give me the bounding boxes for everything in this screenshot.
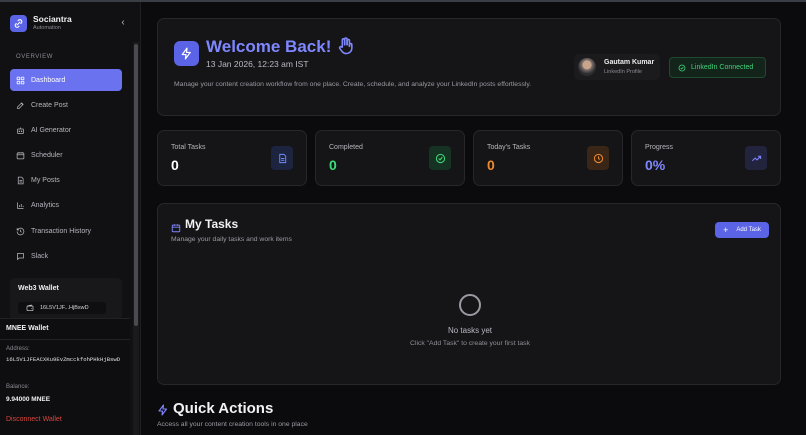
my-tasks-card: My Tasks Manage your daily tasks and wor… <box>157 203 781 385</box>
stat-card-todays-tasks: Today's Tasks 0 <box>473 130 623 186</box>
bar-chart-icon <box>16 201 25 210</box>
sidebar-item-label: Create Post <box>31 101 68 109</box>
main-content: Welcome Back! 13 Jan 2026, 12:23 am IST … <box>141 2 806 435</box>
trending-up-icon <box>745 146 767 170</box>
collapse-sidebar-button[interactable]: ‹ <box>118 16 128 28</box>
stat-card-total-tasks: Total Tasks 0 <box>157 130 307 186</box>
web3-wallet-title: Web3 Wallet <box>18 285 59 292</box>
sidebar-item-slack[interactable]: Slack <box>10 245 122 267</box>
check-circle-icon <box>678 64 686 71</box>
stat-card-progress: Progress 0% <box>631 130 781 186</box>
sidebar-item-dashboard[interactable]: Dashboard <box>10 69 122 91</box>
quick-actions-subtitle: Access all your content creation tools i… <box>157 421 308 428</box>
section-label-overview: OVERVIEW <box>16 54 54 60</box>
lightning-icon <box>157 403 169 421</box>
grid-icon <box>16 76 25 85</box>
welcome-card: Welcome Back! 13 Jan 2026, 12:23 am IST … <box>157 18 781 116</box>
web3-wallet-address: 16L5V1JF...HjBswD <box>40 305 89 311</box>
linkedin-status-text: LinkedIn Connected <box>691 64 754 71</box>
chat-icon <box>16 252 25 261</box>
current-date: 13 Jan 2026, 12:23 am IST <box>206 59 309 69</box>
stat-value: 0% <box>645 157 666 173</box>
sidebar-item-analytics[interactable]: Analytics <box>10 195 122 217</box>
wallet-address: 16L5V1JFEACXKu9EvZmcckfohPHkHjBswD <box>6 356 121 363</box>
sidebar-nav: Dashboard Create Post AI Generator Sched… <box>10 69 122 271</box>
stat-value: 0 <box>487 157 495 173</box>
stat-label: Progress <box>645 144 674 151</box>
web3-wallet-address-button[interactable]: 16L5V1JF...HjBswD <box>18 302 106 314</box>
add-task-label: Add Task <box>736 227 761 233</box>
add-task-button[interactable]: + Add Task <box>715 222 769 238</box>
plus-icon: + <box>723 224 729 235</box>
stat-label: Today's Tasks <box>487 144 531 151</box>
empty-state-circle-icon <box>459 294 481 316</box>
sidebar-item-ai-generator[interactable]: AI Generator <box>10 119 122 141</box>
linkedin-status-badge: LinkedIn Connected <box>669 57 766 78</box>
empty-state-subtitle: Click "Add Task" to create your first ta… <box>410 340 530 347</box>
bot-icon <box>16 126 25 135</box>
brand-subtitle: Automation <box>33 25 61 31</box>
link-icon <box>10 14 27 32</box>
document-icon <box>271 146 293 170</box>
wallet-icon <box>26 304 34 311</box>
my-tasks-subtitle: Manage your daily tasks and work items <box>171 236 292 243</box>
brand[interactable]: Sociantra Automation <box>10 14 72 32</box>
sidebar-item-label: My Posts <box>31 177 60 185</box>
avatar <box>578 58 596 76</box>
brand-name: Sociantra <box>33 14 72 24</box>
address-label: Address: <box>6 346 30 352</box>
clock-icon <box>587 146 609 170</box>
web3-wallet-card: Web3 Wallet 16L5V1JF...HjBswD <box>10 278 122 320</box>
divider <box>0 339 130 340</box>
lightning-icon <box>174 41 199 66</box>
stat-value: 0 <box>171 157 179 173</box>
check-circle-icon <box>429 146 451 170</box>
stat-card-completed: Completed 0 <box>315 130 465 186</box>
sidebar-item-label: AI Generator <box>31 126 72 134</box>
edit-icon <box>16 101 25 110</box>
my-tasks-title: My Tasks <box>185 217 239 231</box>
chevron-left-icon: ‹ <box>121 16 125 28</box>
sidebar-item-label: Analytics <box>31 202 60 210</box>
profile-name: Gautam Kumar <box>604 59 655 66</box>
stat-label: Completed <box>329 144 363 151</box>
waving-hand-icon <box>336 36 355 60</box>
stat-value: 0 <box>329 157 337 173</box>
sidebar-item-label: Scheduler <box>31 152 63 160</box>
empty-state-title: No tasks yet <box>447 326 492 335</box>
welcome-description: Manage your content creation workflow fr… <box>174 81 532 88</box>
balance-label: Balance: <box>6 384 30 390</box>
history-icon <box>16 227 25 236</box>
profile-subtitle: LinkedIn Profile <box>604 69 642 75</box>
wallet-balance: 9.94000 MNEE <box>6 396 51 403</box>
linkedin-profile-chip[interactable]: Gautam Kumar LinkedIn Profile <box>574 54 660 80</box>
sidebar-scrollbar-thumb[interactable] <box>134 44 138 326</box>
sidebar-item-label: Dashboard <box>31 76 66 84</box>
quick-actions-title: Quick Actions <box>173 400 274 417</box>
sidebar-item-transaction-history[interactable]: Transaction History <box>10 220 122 242</box>
mnee-wallet-title: MNEE Wallet <box>6 325 49 332</box>
document-icon <box>16 176 25 185</box>
sidebar-item-scheduler[interactable]: Scheduler <box>10 145 122 167</box>
sidebar-item-create-post[interactable]: Create Post <box>10 94 122 116</box>
sidebar-item-label: Slack <box>31 252 49 260</box>
calendar-icon <box>16 151 25 160</box>
sidebar-item-my-posts[interactable]: My Posts <box>10 170 122 192</box>
welcome-title: Welcome Back! <box>206 37 332 56</box>
stat-label: Total Tasks <box>171 144 206 151</box>
mnee-wallet-panel: MNEE Wallet Address: 16L5V1JFEACXKu9EvZm… <box>0 318 130 435</box>
disconnect-wallet-button[interactable]: Disconnect Wallet <box>6 416 62 423</box>
sidebar-item-label: Transaction History <box>31 227 92 235</box>
